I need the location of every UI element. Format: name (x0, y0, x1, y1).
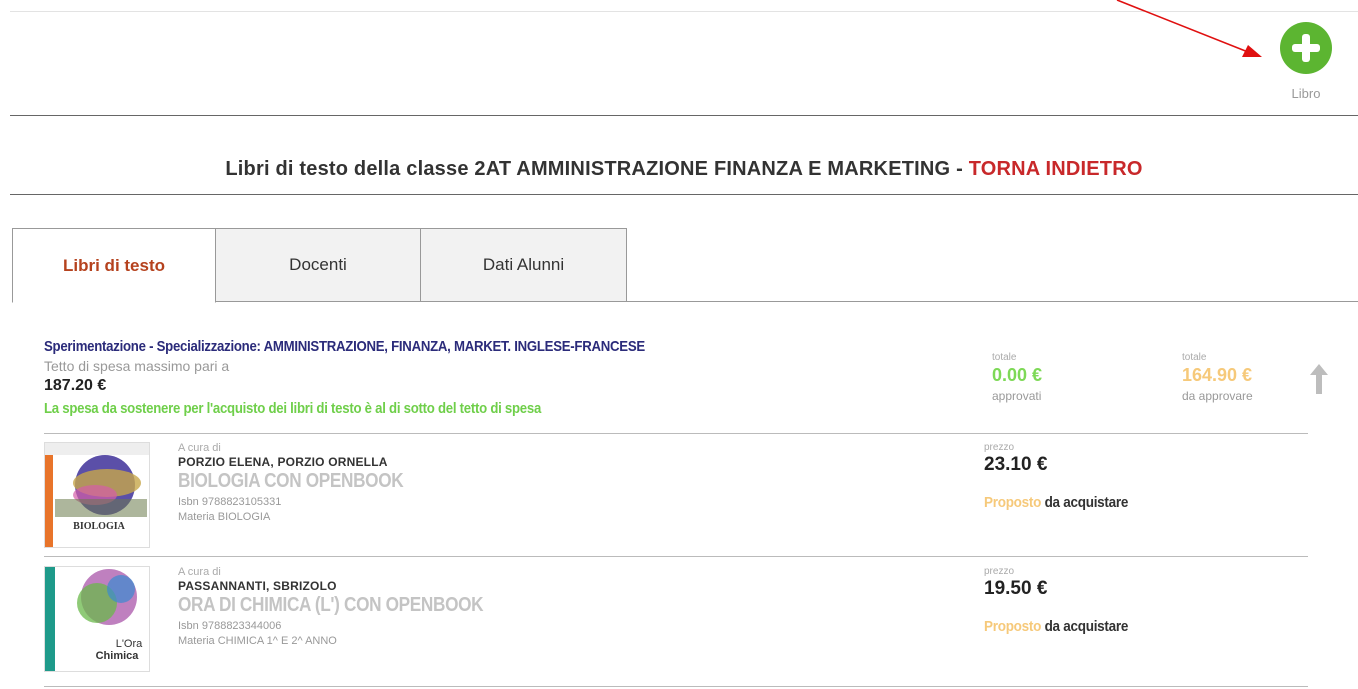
tabs-baseline (216, 301, 1358, 302)
purchase-status: Proposto da acquistare (984, 494, 1128, 511)
book-info: A cura di PASSANNANTI, SBRIZOLO ORA DI C… (178, 566, 533, 647)
spending-cap-label: Tetto di spesa massimo pari a (44, 358, 230, 374)
back-link[interactable]: TORNA INDIETRO (969, 158, 1143, 180)
book-authors: PORZIO ELENA, PORZIO ORNELLA (178, 455, 388, 469)
total-pending-value: 164.90 € (1182, 365, 1253, 385)
page-title-text: Libri di testo della classe 2AT AMMINIST… (225, 158, 969, 180)
total-pending: totale 164.90 € da approvare (1182, 352, 1253, 403)
curated-label: A cura di (178, 442, 221, 454)
book-isbn: Isbn 9788823105331 (178, 496, 282, 508)
title-divider (10, 194, 1358, 195)
book-cover[interactable]: BIOLOGIA (44, 442, 150, 548)
total-approved-value: 0.00 € (992, 365, 1043, 385)
book-title[interactable]: ORA DI CHIMICA (L') CON OPENBOOK (178, 594, 484, 617)
price-value: 23.10 € (984, 454, 1048, 475)
cover-title: BIOLOGIA (73, 521, 125, 532)
total-approved: totale 0.00 € approvati (992, 352, 1042, 403)
book-info: A cura di PORZIO ELENA, PORZIO ORNELLA B… (178, 442, 440, 523)
book-subject: Materia BIOLOGIA (178, 511, 271, 523)
cover-title-line-1: L'Ora (116, 638, 143, 650)
status-proposed: Proposto (984, 618, 1042, 635)
tab-dati-alunni[interactable]: Dati Alunni (421, 228, 627, 302)
header-divider (10, 115, 1358, 116)
cover-title-line-2: Chimica (96, 650, 140, 662)
tab-libri-di-testo[interactable]: Libri di testo (12, 228, 216, 303)
row-divider (44, 686, 1308, 687)
arrow-up-icon[interactable] (1310, 364, 1328, 394)
add-book-label: Libro (1291, 86, 1321, 101)
book-subject: Materia CHIMICA 1^ E 2^ ANNO (178, 635, 337, 647)
book-authors: PASSANNANTI, SBRIZOLO (178, 579, 337, 593)
total-pending-sub: da approvare (1182, 389, 1253, 403)
row-divider (44, 433, 1308, 434)
price-block: prezzo 19.50 € Proposto da acquistare (984, 566, 1144, 635)
plus-icon (1280, 22, 1332, 74)
specialization-title: Sperimentazione - Specializzazione: AMMI… (44, 338, 645, 355)
purchase-status: Proposto da acquistare (984, 618, 1128, 635)
spending-cap-value: 187.20 € (44, 377, 107, 394)
tab-docenti[interactable]: Docenti (216, 228, 421, 302)
row-divider (44, 556, 1308, 557)
total-approved-label: totale (992, 352, 1017, 363)
book-cover[interactable]: L'Ora Chimica (44, 566, 150, 672)
total-pending-label: totale (1182, 352, 1207, 363)
book-isbn: Isbn 9788823344006 (178, 620, 282, 632)
book-title[interactable]: BIOLOGIA CON OPENBOOK (178, 470, 404, 493)
top-divider (10, 11, 1358, 12)
status-action: da acquistare (1041, 618, 1129, 635)
curated-label: A cura di (178, 566, 221, 578)
spending-cap-message: La spesa da sostenere per l'acquisto dei… (44, 400, 542, 417)
add-book-button[interactable]: Libro (1270, 22, 1342, 114)
status-action: da acquistare (1041, 494, 1129, 511)
price-label: prezzo (984, 442, 1015, 453)
page-title: Libri di testo della classe 2AT AMMINIST… (10, 158, 1358, 181)
price-label: prezzo (984, 566, 1015, 577)
price-value: 19.50 € (984, 578, 1048, 599)
book-row: L'Ora Chimica A cura di PASSANNANTI, SBR… (44, 562, 1308, 676)
price-block: prezzo 23.10 € Proposto da acquistare (984, 442, 1144, 511)
status-proposed: Proposto (984, 494, 1042, 511)
total-approved-sub: approvati (992, 389, 1042, 403)
book-row: BIOLOGIA A cura di PORZIO ELENA, PORZIO … (44, 438, 1308, 552)
